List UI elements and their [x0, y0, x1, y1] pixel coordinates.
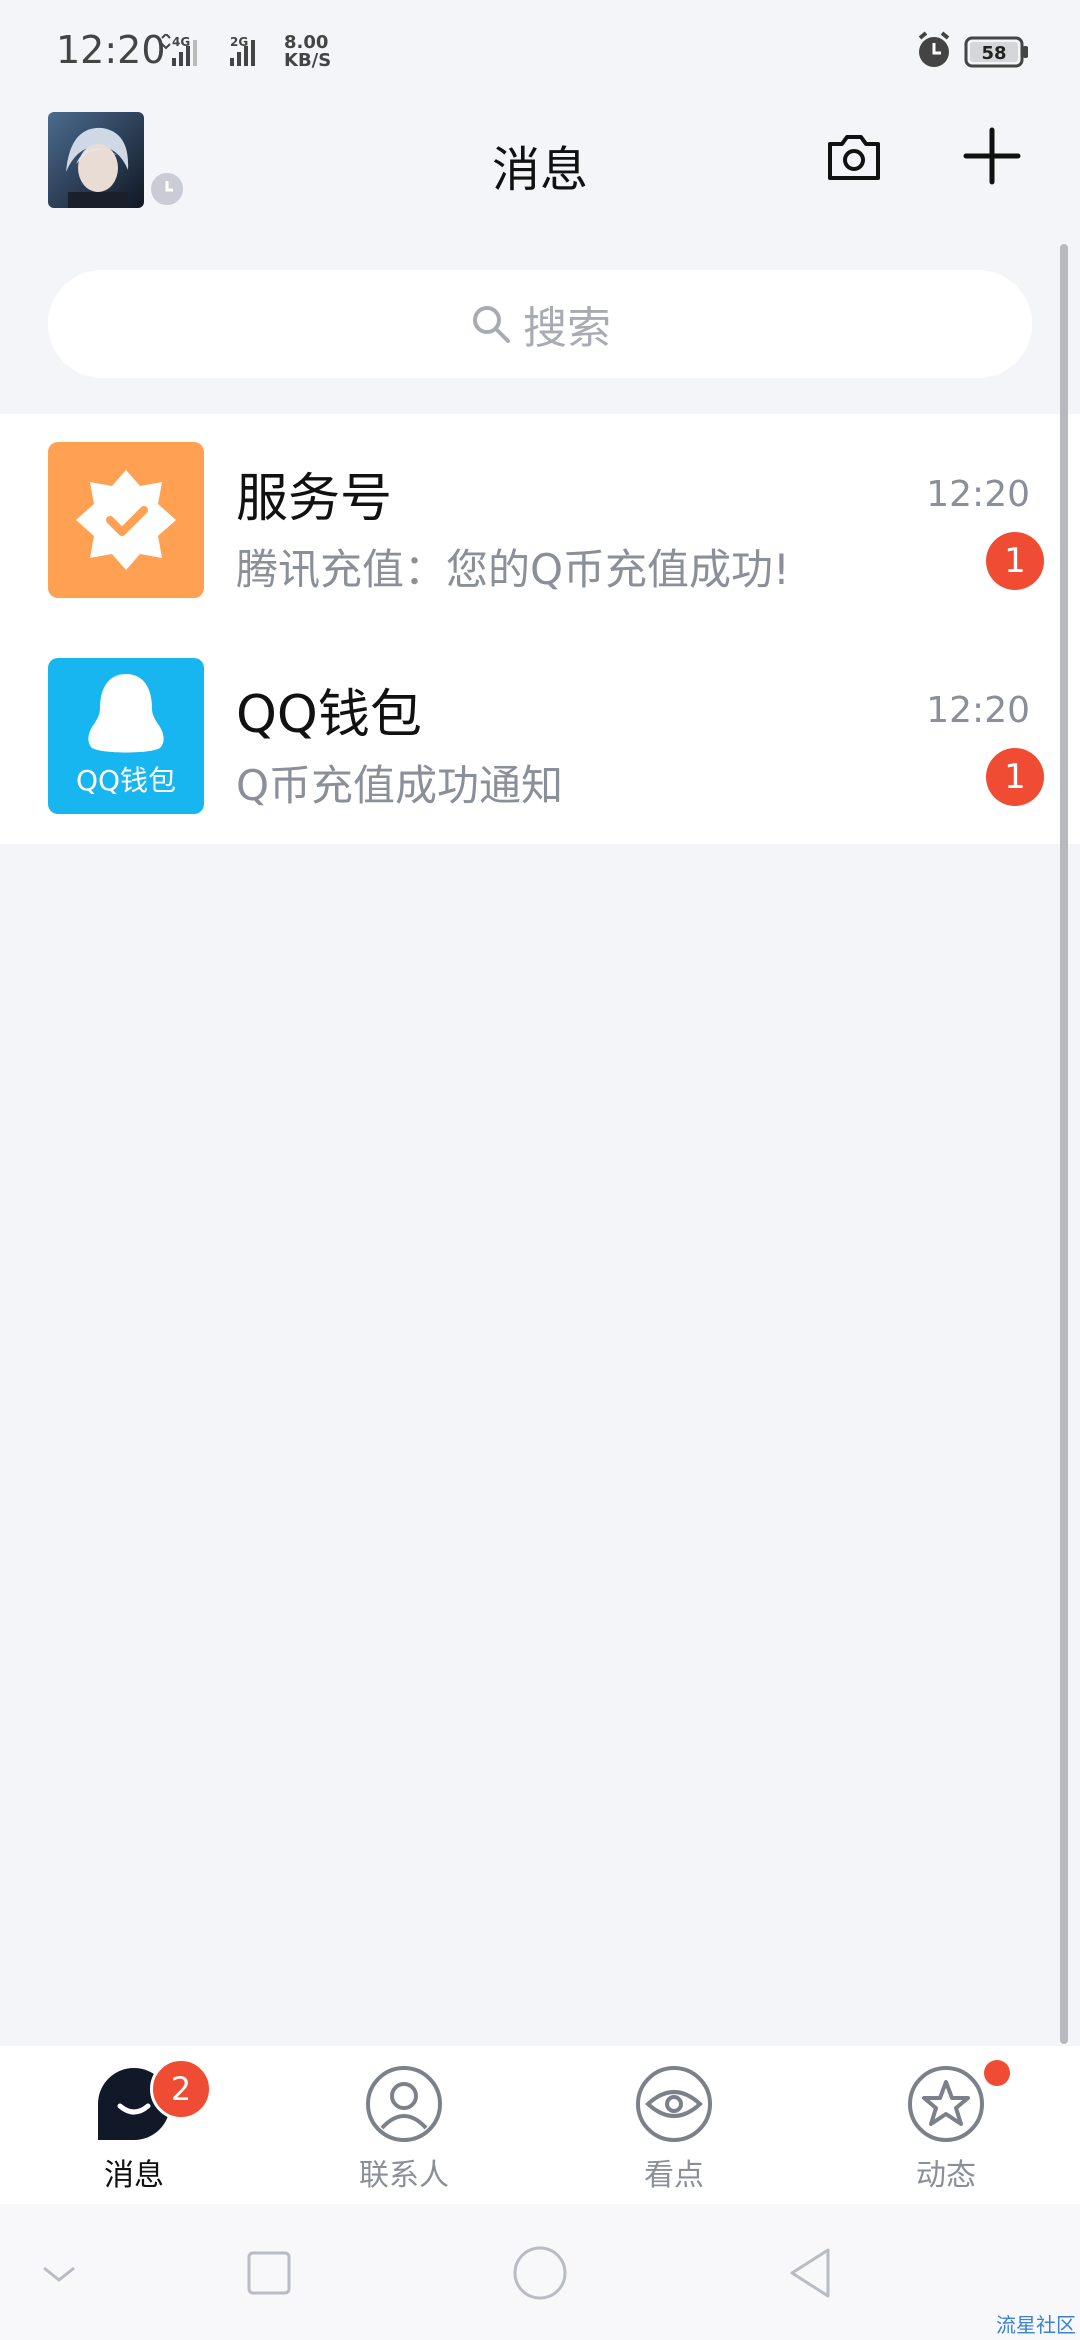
- back-icon[interactable]: [24, 2238, 94, 2308]
- signal-icon: 4G 2G: [161, 34, 255, 66]
- conversation-time: 12:20: [926, 474, 1030, 515]
- conversation-name: QQ钱包: [236, 685, 422, 745]
- conversation-time: 12:20: [926, 690, 1030, 731]
- search-icon: [473, 306, 510, 343]
- status-bar: 12:20 4G 2G 8.00 KB/S 58: [0, 0, 1080, 100]
- recents-icon[interactable]: [234, 2238, 304, 2308]
- watermark: 流星社区: [996, 2313, 1076, 2337]
- conversation-preview: 腾讯充值：您的Q币充值成功!: [236, 545, 790, 594]
- speed-unit: KB/S: [284, 50, 332, 71]
- eye-icon: [636, 2066, 712, 2142]
- camera-icon[interactable]: [826, 128, 882, 184]
- tab-messages[interactable]: 消息 2: [44, 2058, 224, 2194]
- star-icon: [908, 2066, 984, 2142]
- header: 消息: [0, 100, 1080, 230]
- conversation-item[interactable]: QQ钱包 QQ钱包 12:20 Q币充值成功通知 1: [0, 630, 1080, 846]
- tab-moments[interactable]: 动态: [856, 2060, 1036, 2194]
- tab-badge: 2: [150, 2058, 212, 2120]
- search-placeholder: 搜索: [523, 303, 611, 354]
- status-time: 12:20: [56, 28, 166, 72]
- tab-label: 动态: [916, 2158, 976, 2193]
- tab-label: 联系人: [359, 2158, 449, 2193]
- page-title: 消息: [491, 142, 588, 198]
- search-bar[interactable]: 搜索: [48, 270, 1032, 378]
- conversation-item[interactable]: 服务号 12:20 腾讯充值：您的Q币充值成功! 1: [0, 414, 1080, 630]
- battery-icon: 58: [964, 36, 1028, 68]
- bottom-tab-bar: 消息 2 联系人 看点 动态: [0, 2046, 1080, 2204]
- service-account-icon: [48, 442, 204, 598]
- tab-kandian[interactable]: 看点: [584, 2064, 764, 2194]
- notification-dot: [984, 2060, 1010, 2086]
- conversation-name: 服务号: [236, 469, 393, 529]
- add-icon[interactable]: [962, 126, 1022, 186]
- network-speed: 8.00 KB/S: [284, 34, 331, 70]
- unread-badge: 1: [986, 532, 1044, 590]
- back-triangle-icon[interactable]: [776, 2238, 846, 2308]
- conversation-preview: Q币充值成功通知: [236, 761, 564, 810]
- qq-wallet-icon: QQ钱包: [48, 658, 204, 814]
- home-icon[interactable]: [505, 2238, 575, 2308]
- svg-text:58: 58: [981, 43, 1006, 64]
- tab-contacts[interactable]: 联系人: [314, 2064, 494, 2194]
- conversation-list: 服务号 12:20 腾讯充值：您的Q币充值成功! 1 QQ钱包 QQ钱包 12:…: [0, 414, 1080, 844]
- unread-badge: 1: [986, 748, 1044, 806]
- tab-label: 消息: [104, 2158, 164, 2193]
- system-nav-bar: 流星社区: [0, 2204, 1080, 2340]
- contacts-icon: [366, 2066, 442, 2142]
- scrollbar[interactable]: [1060, 244, 1068, 2044]
- tab-label: 看点: [644, 2158, 704, 2193]
- alarm-icon: [918, 31, 950, 67]
- svg-text:QQ钱包: QQ钱包: [76, 764, 176, 797]
